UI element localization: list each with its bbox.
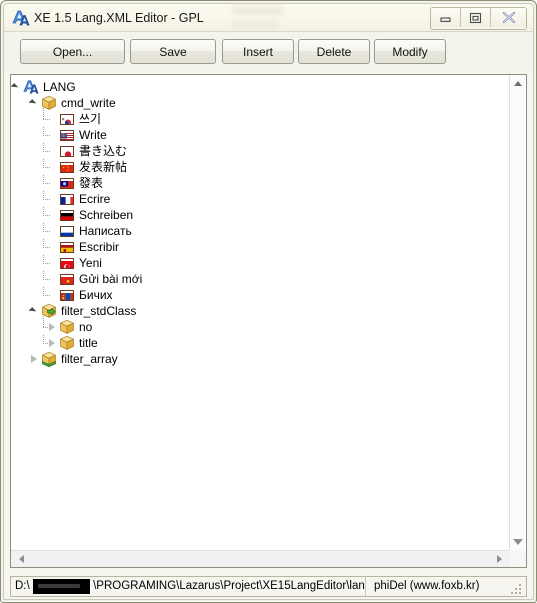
app-letter-a-icon [23, 79, 39, 95]
tree-node-zh-cn[interactable]: 发表新帖 [11, 159, 127, 175]
scroll-left-arrow-icon[interactable] [13, 551, 29, 567]
open-button[interactable]: Open... [20, 39, 125, 64]
tree-node-tr[interactable]: Yeni [11, 255, 102, 271]
delete-button[interactable]: Delete [298, 39, 370, 64]
tree-view[interactable]: LANG cmd_write 쓰기 Write 書き込む 发表新帖 發表 Ecri… [11, 75, 509, 550]
tree-node-label: Gửi bài mới [79, 272, 143, 286]
tree-node-mn[interactable]: Бичих [11, 287, 113, 303]
tree-node-label: no [79, 320, 93, 334]
tree-node-fr[interactable]: Ecrire [11, 191, 110, 207]
save-button[interactable]: Save [130, 39, 216, 64]
window-title: XE 1.5 Lang.XML Editor - GPL [34, 11, 204, 25]
green-base-box-icon [41, 351, 57, 367]
tree-node-label: filter_array [61, 352, 118, 366]
scroll-down-arrow-icon[interactable] [510, 534, 526, 550]
tree-node-vi[interactable]: Gửi bài mới [11, 271, 142, 287]
minimize-button[interactable] [431, 8, 461, 27]
flag-mn-icon [59, 287, 75, 303]
status-credit-panel: phiDel (www.foxb.kr) [366, 577, 479, 596]
tree-node-label: Write [79, 128, 107, 142]
tree-node-de[interactable]: Schreiben [11, 207, 133, 223]
flag-jp-icon [59, 143, 75, 159]
horizontal-scrollbar[interactable] [11, 550, 509, 567]
tree-node-label: filter_stdClass [61, 304, 137, 318]
tree-node-ko[interactable]: 쓰기 [11, 111, 101, 127]
tree-node-no[interactable]: no [11, 319, 92, 335]
tree-node-ru[interactable]: Написать [11, 223, 132, 239]
flag-tw-icon [59, 175, 75, 191]
tree-node-ja[interactable]: 書き込む [11, 143, 127, 159]
yellow-box-icon [59, 319, 75, 335]
tree-node-label: Escribir [79, 240, 120, 254]
status-path-panel: D:\ \PROGRAMING\Lazarus\Project\XE15Lang… [11, 577, 366, 596]
green-arrow-box-icon [41, 303, 57, 319]
status-path-prefix: D:\ [15, 580, 30, 592]
flag-cn-icon [59, 159, 75, 175]
modify-button[interactable]: Modify [374, 39, 446, 64]
window-controls [430, 7, 527, 30]
tree-node-filter-array[interactable]: filter_array [11, 351, 118, 367]
window-inner-frame: XE 1.5 Lang.XML Editor - GPL Open... Sav… [3, 3, 534, 600]
status-path-suffix: \PROGRAMING\Lazarus\Project\XE15LangEdit… [93, 580, 365, 592]
flag-de-icon [59, 207, 75, 223]
resize-grip[interactable] [511, 582, 523, 594]
yellow-box-icon [41, 95, 57, 111]
tree-node-label: LANG [43, 80, 76, 94]
vertical-scrollbar[interactable] [509, 75, 526, 550]
insert-button[interactable]: Insert [222, 39, 294, 64]
flag-ru-icon [59, 223, 75, 239]
scroll-up-arrow-icon[interactable] [510, 75, 526, 91]
title-smudge-one [232, 6, 284, 15]
scroll-right-arrow-icon[interactable] [491, 551, 507, 567]
application-window: XE 1.5 Lang.XML Editor - GPL Open... Sav… [0, 0, 537, 603]
app-letter-a-icon [12, 9, 30, 27]
tree-node-cmd-write[interactable]: cmd_write [11, 95, 116, 111]
tree-node-label: cmd_write [61, 96, 116, 110]
tree-node-en[interactable]: Write [11, 127, 107, 143]
scrollbar-corner [509, 550, 526, 567]
tree-node-label: Написать [79, 224, 132, 238]
flag-fr-icon [59, 191, 75, 207]
tree-node-label: Ecrire [79, 192, 111, 206]
tree-node-label: Бичих [79, 288, 113, 302]
flag-vn-icon [59, 271, 75, 287]
title-smudge-two [232, 21, 278, 29]
tree-node-title[interactable]: title [11, 335, 98, 351]
status-credit-text: phiDel (www.foxb.kr) [374, 580, 480, 592]
tree-node-lang[interactable]: LANG [11, 79, 76, 95]
tree-panel: LANG cmd_write 쓰기 Write 書き込む 发表新帖 發表 Ecri… [10, 74, 527, 568]
title-bar[interactable]: XE 1.5 Lang.XML Editor - GPL [4, 4, 533, 32]
tree-node-label: 發表 [79, 176, 104, 190]
tree-node-es[interactable]: Escribir [11, 239, 119, 255]
close-button[interactable] [491, 8, 526, 27]
tree-node-label: Yeni [79, 256, 102, 270]
status-bar: D:\ \PROGRAMING\Lazarus\Project\XE15Lang… [10, 576, 527, 597]
tree-node-label: 쓰기 [79, 112, 102, 126]
redacted-path-block [33, 579, 90, 594]
yellow-box-icon [59, 335, 75, 351]
tree-node-label: 发表新帖 [79, 160, 128, 174]
flag-tr-icon [59, 255, 75, 271]
toolbar: Open... Save Insert Delete Modify [4, 32, 533, 72]
flag-es-icon [59, 239, 75, 255]
flag-kr-icon [59, 111, 75, 127]
flag-us-icon [59, 127, 75, 143]
tree-node-label: Schreiben [79, 208, 134, 222]
tree-node-filter-stdclass[interactable]: filter_stdClass [11, 303, 136, 319]
tree-node-zh-tw[interactable]: 發表 [11, 175, 103, 191]
tree-node-label: title [79, 336, 98, 350]
tree-node-label: 書き込む [79, 144, 128, 158]
maximize-button[interactable] [461, 8, 491, 27]
